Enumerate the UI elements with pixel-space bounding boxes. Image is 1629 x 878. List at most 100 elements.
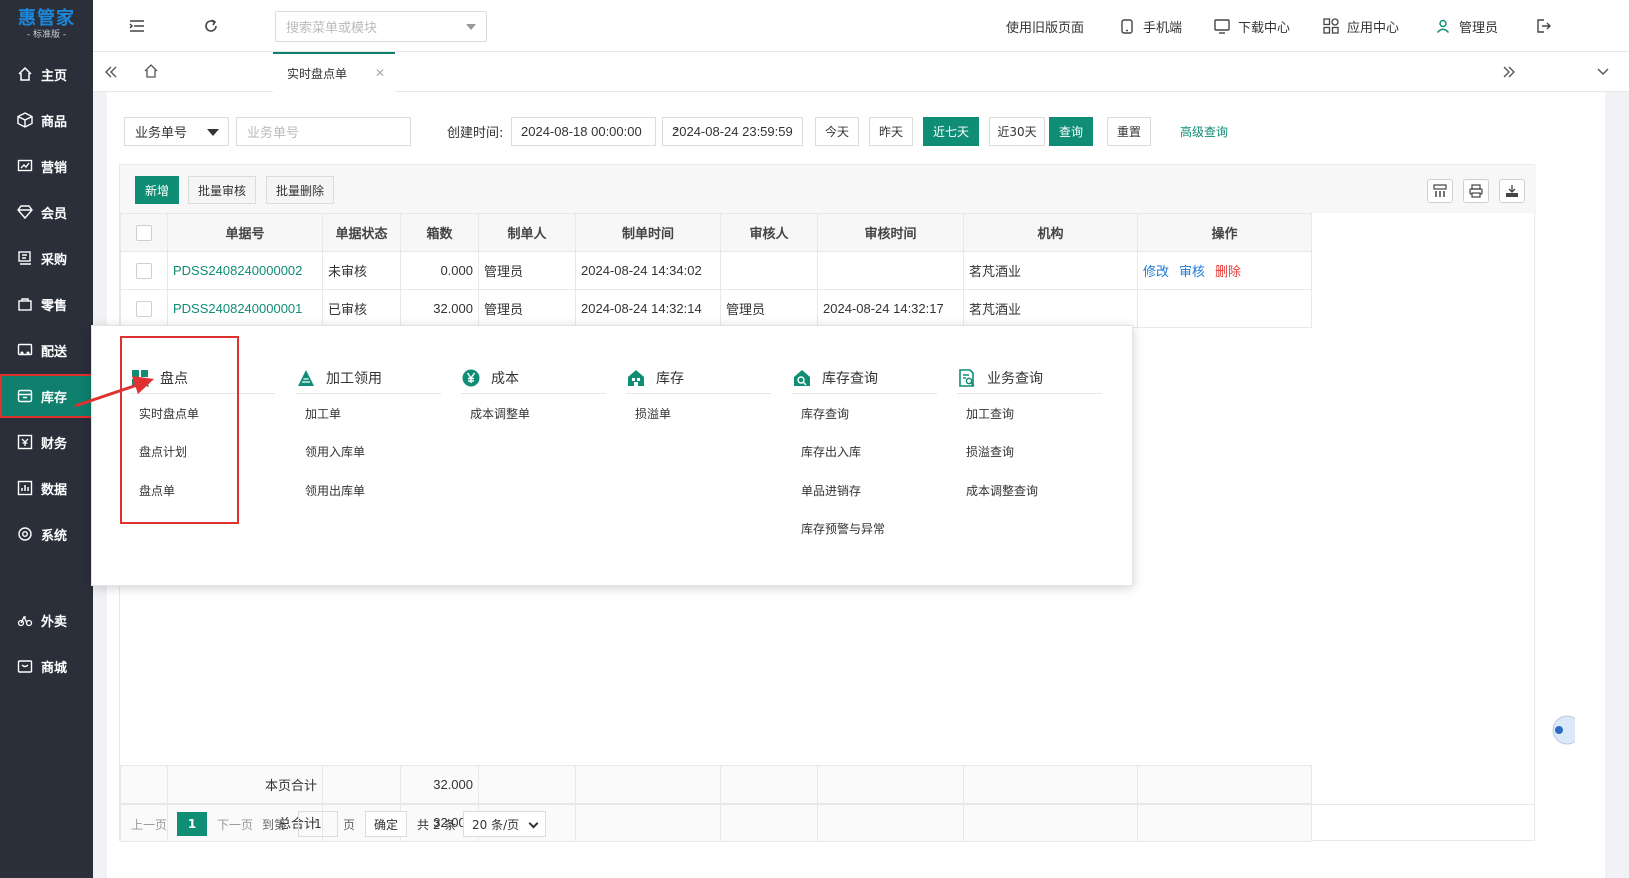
export-icon[interactable] (1499, 179, 1525, 203)
old-version-link[interactable]: 使用旧版页面 (1006, 0, 1084, 52)
search-type-value: 业务单号 (135, 126, 188, 141)
download-center-link[interactable]: 下载中心 (1214, 0, 1290, 52)
reset-button[interactable]: 重置 (1107, 117, 1151, 146)
column-settings-icon[interactable] (1427, 179, 1453, 203)
logo-sub: - 标准版 - (26, 30, 67, 40)
search-type-select[interactable]: 业务单号 (124, 117, 229, 146)
audit-time-cell (817, 251, 964, 290)
home-tab-icon[interactable] (141, 61, 161, 81)
logo: 惠管家 - 标准版 - (0, 0, 93, 50)
sidebar-item-marketing[interactable]: 营销 (0, 144, 93, 188)
menu-item-loss-query[interactable]: 损溢查询 (966, 443, 1014, 460)
blank-cell (322, 765, 401, 804)
menu-collapse-icon[interactable] (127, 16, 147, 36)
sidebar-item-purchase[interactable]: 采购 (0, 236, 93, 280)
sidebar-item-system[interactable]: 系统 (0, 512, 93, 556)
menu-item-cost-adjust-query[interactable]: 成本调整查询 (966, 482, 1038, 499)
last-7-days-button[interactable]: 近七天 (923, 117, 979, 146)
print-icon[interactable] (1463, 179, 1489, 203)
menu-item-cost-adjust[interactable]: 成本调整单 (470, 405, 530, 422)
batch-delete-button[interactable]: 批量删除 (266, 176, 334, 204)
close-icon[interactable]: ✕ (375, 66, 385, 80)
audit-link[interactable]: 审核 (1179, 265, 1205, 280)
header-auditor[interactable]: 审核人 (720, 213, 818, 252)
add-button[interactable]: 新增 (135, 176, 179, 204)
submenu-heading: 库存 (626, 362, 771, 394)
header-boxes[interactable]: 箱数 (400, 213, 479, 252)
page-size-select[interactable]: 20 条/页 (463, 811, 546, 837)
sidebar-item-label: 营销 (41, 160, 68, 176)
date-end-input[interactable]: 2024-08-24 23:59:59 (662, 117, 803, 146)
sidebar-item-retail[interactable]: 零售 (0, 282, 93, 326)
header-doc-no[interactable]: 单据号 (167, 213, 323, 252)
sidebar-item-label: 会员 (41, 206, 68, 222)
header-audit-time[interactable]: 审核时间 (817, 213, 964, 252)
sidebar-item-takeout[interactable]: 外卖 (0, 598, 93, 642)
last-30-days-button[interactable]: 近30天 (989, 117, 1045, 146)
row-checkbox[interactable] (136, 262, 152, 279)
sidebar-item-label: 数据 (41, 482, 68, 498)
sidebar-item-delivery[interactable]: 配送 (0, 328, 93, 372)
advanced-query-link[interactable]: 高级查询 (1180, 123, 1228, 140)
tabs-scroll-left-icon[interactable] (101, 62, 121, 82)
header-created-time[interactable]: 制单时间 (575, 213, 721, 252)
tab-realtime-stocktake[interactable]: 实时盘点单 ✕ (273, 52, 395, 92)
date-start-input[interactable]: 2024-08-18 00:00:00 (511, 117, 656, 146)
table-row: PDSS2408240000002 未审核 0.000 管理员 2024-08-… (120, 251, 1312, 290)
sidebar-item-member[interactable]: 会员 (0, 190, 93, 234)
prev-page-button[interactable]: 上一页 (131, 816, 167, 833)
edit-link[interactable]: 修改 (1143, 265, 1169, 280)
menu-item-stock-in-out[interactable]: 库存出入库 (801, 443, 861, 460)
doc-no-cell: PDSS2408240000002 (167, 251, 323, 290)
sidebar-item-goods[interactable]: 商品 (0, 98, 93, 142)
bike-icon (16, 611, 34, 629)
doc-no-link[interactable]: PDSS2408240000001 (173, 301, 302, 316)
yesterday-button[interactable]: 昨天 (869, 117, 913, 146)
goto-label: 到第 (262, 818, 287, 832)
next-page-button[interactable]: 下一页 (217, 816, 253, 833)
floating-helper-icon[interactable] (1545, 710, 1575, 750)
user-menu[interactable]: 管理员 (1435, 0, 1498, 52)
delete-link[interactable]: 删除 (1215, 265, 1241, 280)
menu-item-item-ledger[interactable]: 单品进销存 (801, 482, 861, 499)
user-icon (1435, 18, 1451, 34)
today-button[interactable]: 今天 (815, 117, 859, 146)
confirm-page-button[interactable]: 确定 (365, 811, 407, 837)
header-creator[interactable]: 制单人 (478, 213, 576, 252)
menu-item-loss-overflow[interactable]: 损溢单 (635, 405, 671, 422)
row-select-cell (120, 251, 168, 290)
submenu-title: 库存 (656, 370, 684, 387)
doc-no-input[interactable]: 业务单号 (236, 117, 411, 146)
diamond-icon (16, 203, 34, 221)
page-number-input[interactable]: 1 (298, 811, 338, 837)
query-button[interactable]: 查询 (1049, 117, 1093, 146)
sidebar-item-data[interactable]: 数据 (0, 466, 93, 510)
sidebar-item-label: 主页 (41, 68, 68, 84)
menu-item-requisition-out[interactable]: 领用出库单 (305, 482, 365, 499)
inventory-icon (16, 387, 34, 405)
row-checkbox[interactable] (136, 300, 152, 317)
refresh-icon[interactable] (201, 16, 221, 36)
mobile-link[interactable]: 手机端 (1119, 0, 1182, 52)
menu-item-processing-order[interactable]: 加工单 (305, 405, 341, 422)
batch-audit-button[interactable]: 批量审核 (188, 176, 256, 204)
shop-icon (16, 657, 34, 675)
menu-item-stock-query[interactable]: 库存查询 (801, 405, 849, 422)
sidebar-item-mall[interactable]: 商城 (0, 644, 93, 688)
sidebar-item-home[interactable]: 主页 (0, 52, 93, 96)
tabs-scroll-right-icon[interactable] (1499, 62, 1519, 82)
menu-item-processing-query[interactable]: 加工查询 (966, 405, 1014, 422)
header-status[interactable]: 单据状态 (322, 213, 401, 252)
menu-item-requisition-in[interactable]: 领用入库单 (305, 443, 365, 460)
header-org[interactable]: 机构 (963, 213, 1138, 252)
sidebar-item-label: 商品 (41, 114, 68, 130)
sidebar-item-finance[interactable]: 财务 (0, 420, 93, 464)
current-page[interactable]: 1 (177, 812, 207, 836)
menu-search-select[interactable]: 搜索菜单或模块 (275, 11, 487, 42)
menu-item-stock-alert[interactable]: 库存预警与异常 (801, 520, 885, 537)
app-center-link[interactable]: 应用中心 (1323, 0, 1399, 52)
select-all-checkbox[interactable] (136, 224, 152, 241)
tabs-dropdown-icon[interactable] (1593, 62, 1613, 82)
doc-no-link[interactable]: PDSS2408240000002 (173, 263, 302, 278)
logout-icon[interactable] (1533, 16, 1553, 36)
